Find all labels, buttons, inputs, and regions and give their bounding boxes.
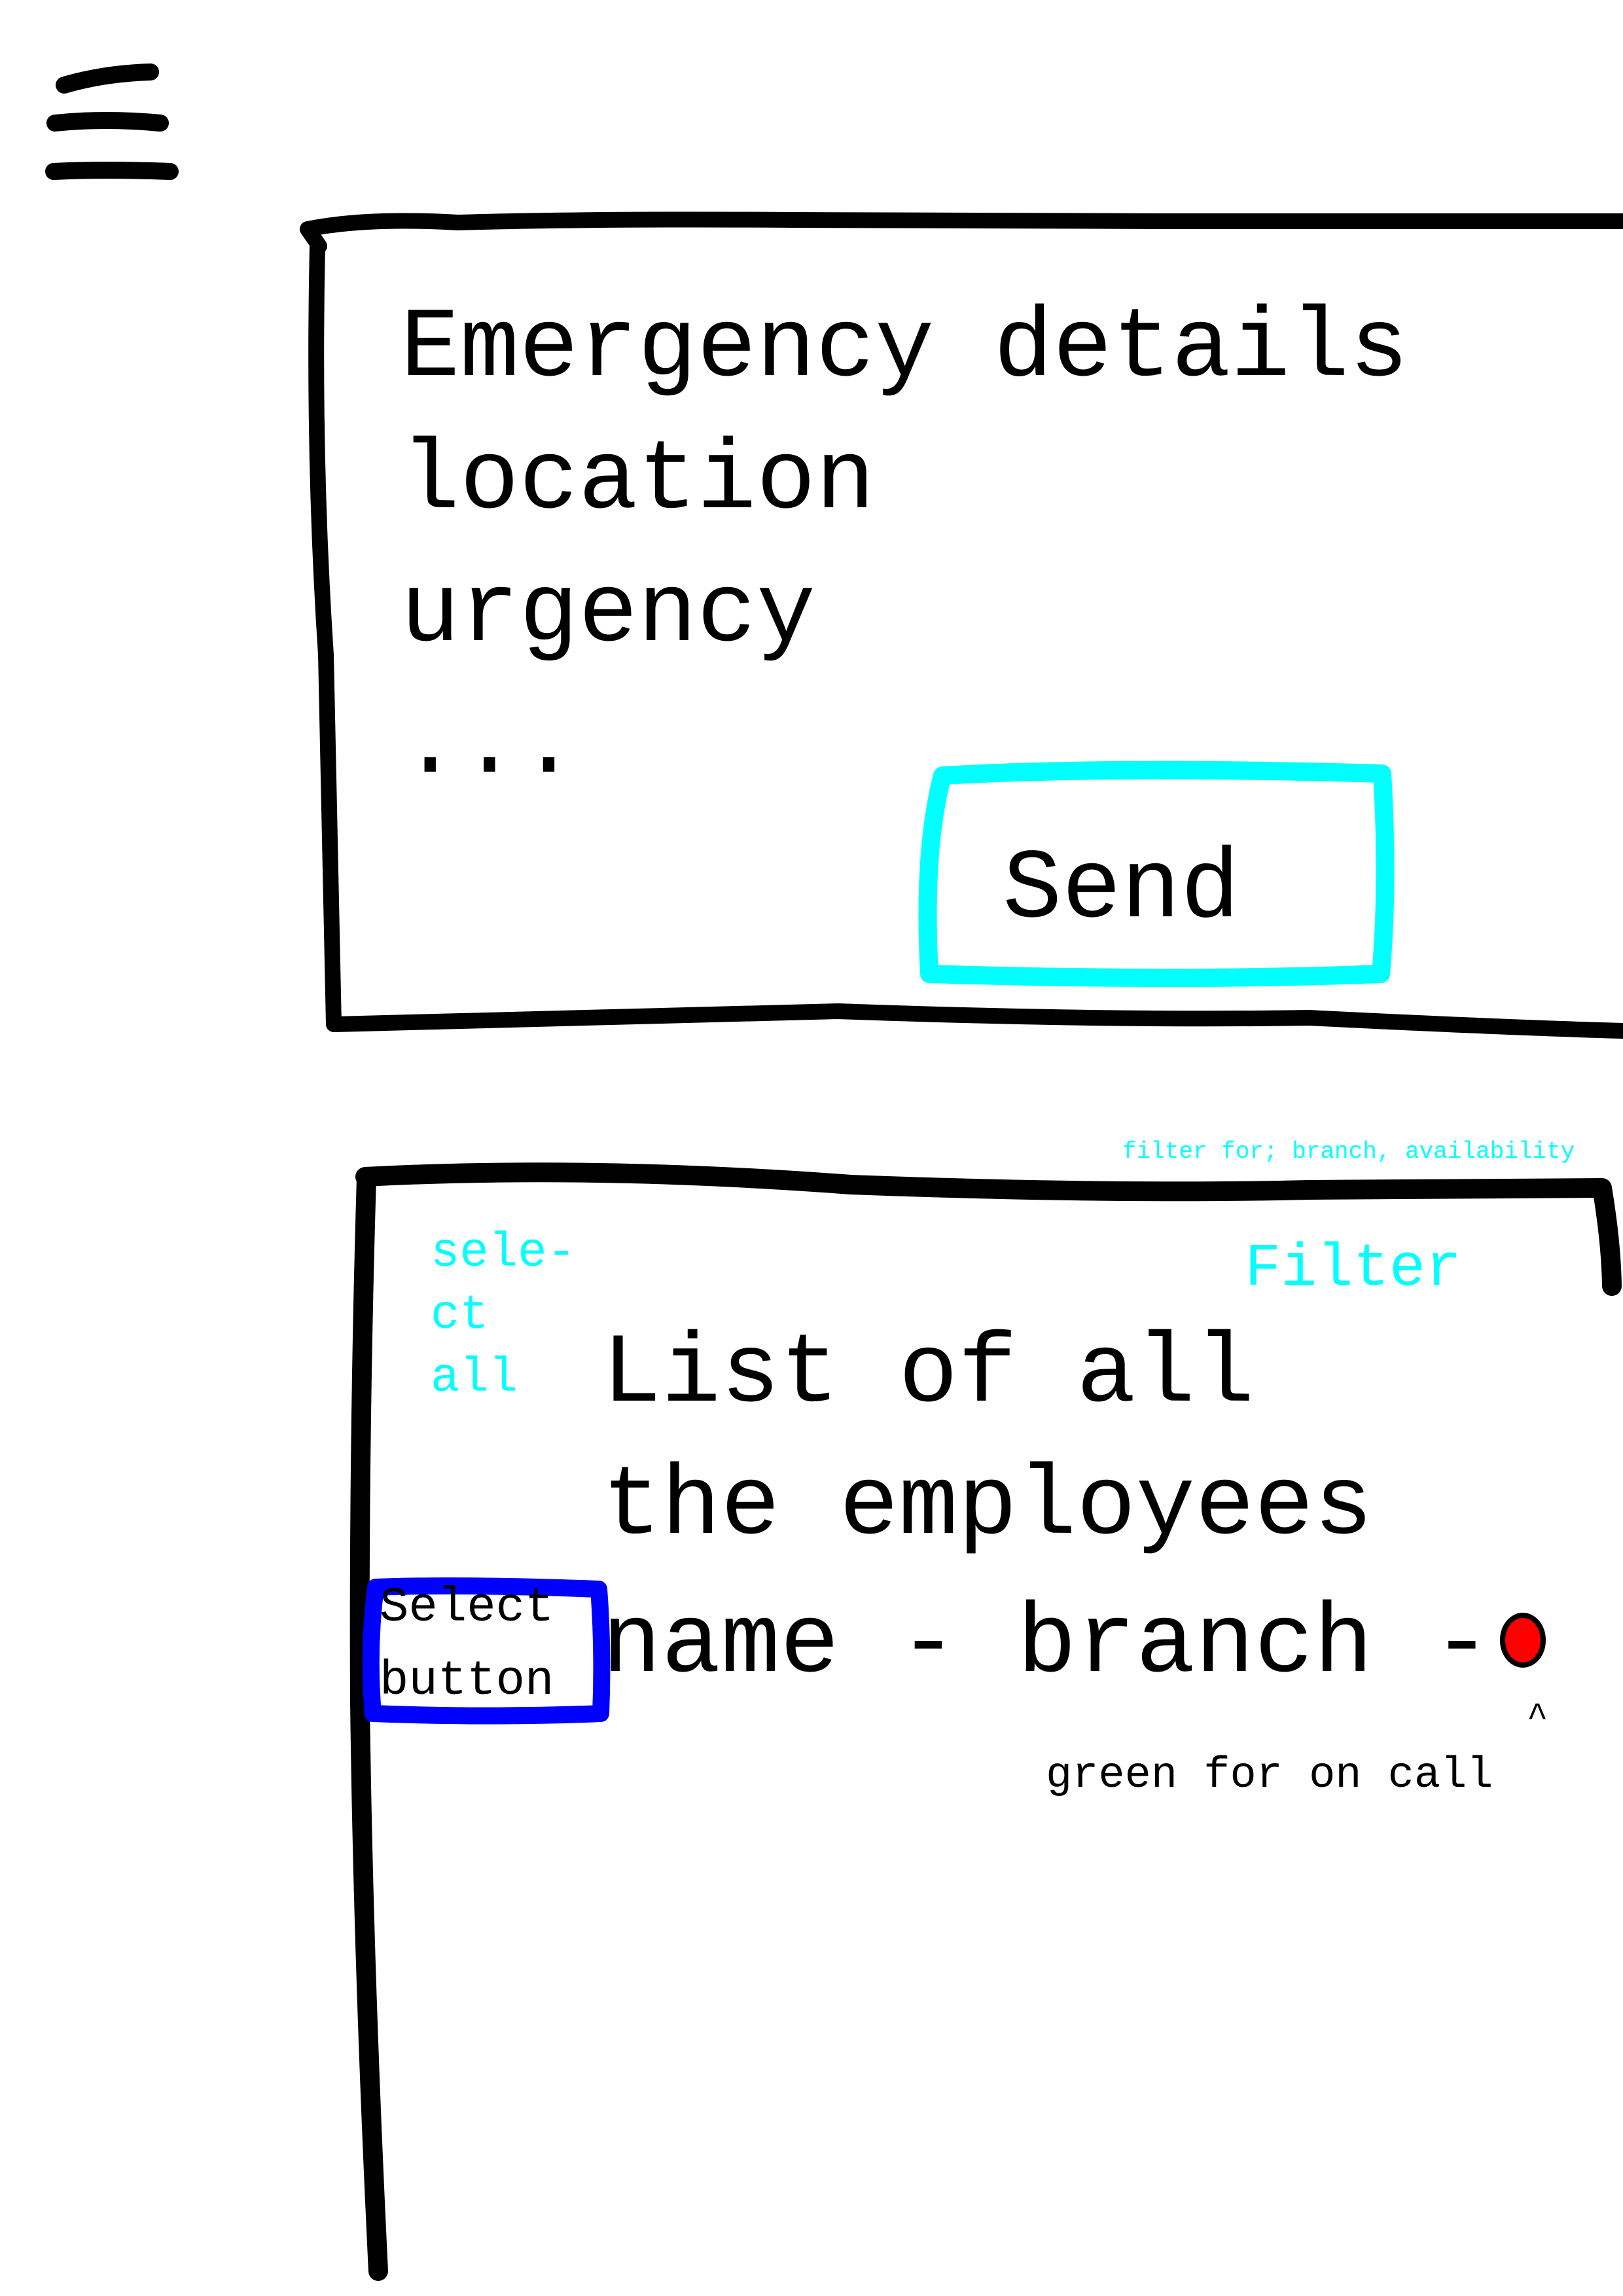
hamburger-menu-icon[interactable]: [45, 63, 179, 180]
select-all-label-line-2: ct: [431, 1288, 489, 1343]
send-button[interactable]: Send: [937, 771, 1386, 979]
send-button-label: Send: [1003, 834, 1240, 946]
filter-button[interactable]: Filter: [1245, 1239, 1461, 1299]
emergency-location-line: location: [401, 425, 875, 537]
select-all-label-line-1: sele-: [431, 1226, 577, 1281]
employee-list-title-line-1: List of all: [602, 1319, 1255, 1431]
emergency-details-heading: Emergency details: [401, 293, 1409, 405]
emergency-urgency-line: urgency: [401, 558, 816, 670]
emergency-more-line: ...: [401, 690, 579, 802]
select-button-label-line-1: Select: [380, 1581, 554, 1636]
employee-list-title-line-2: the employees: [602, 1451, 1373, 1563]
filter-note: filter for; branch, availability: [1122, 1138, 1575, 1165]
status-dot-icon: [1500, 1613, 1546, 1668]
status-legend-note: green for on call: [1046, 1751, 1493, 1801]
employee-row-name-branch: name - branch -: [602, 1589, 1492, 1701]
status-pointer-caret: ^: [1527, 1698, 1548, 1738]
select-button-label-line-2: button: [380, 1654, 554, 1709]
select-all-label-line-3: all: [431, 1351, 518, 1406]
